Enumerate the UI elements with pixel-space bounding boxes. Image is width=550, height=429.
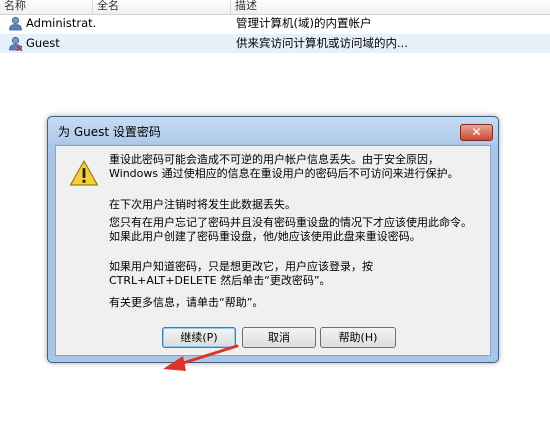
- dialog-titlebar[interactable]: 为 Guest 设置密码 ✕: [48, 117, 498, 144]
- list-item-administrator[interactable]: Administrat... 管理计算机(域)的内置帐户: [0, 14, 550, 33]
- close-button[interactable]: ✕: [460, 124, 493, 141]
- cancel-button[interactable]: 取消: [242, 327, 316, 348]
- list-header: 名称 全名 描述: [0, 0, 550, 15]
- warning-message: 重设此密码可能会造成不可逆的用户帐户信息丢失。由于安全原因，Windows 通过…: [109, 153, 459, 180]
- item-description: 管理计算机(域)的内置帐户: [236, 16, 372, 30]
- list-item-guest[interactable]: Guest 供来宾访问计算机或访问域的内...: [0, 34, 550, 53]
- column-header-name[interactable]: 名称: [0, 0, 93, 14]
- continue-button[interactable]: 继续(P): [162, 327, 236, 348]
- item-name: Guest: [26, 36, 60, 50]
- help-hint-message: 有关更多信息，请单击“帮助”。: [109, 296, 264, 309]
- column-header-fullname[interactable]: 全名: [93, 0, 231, 14]
- warning-icon: [69, 160, 99, 186]
- help-button[interactable]: 帮助(H): [320, 327, 396, 348]
- close-icon: ✕: [471, 125, 482, 139]
- user-icon: [9, 36, 23, 51]
- item-description: 供来宾访问计算机或访问域的内...: [236, 36, 408, 50]
- item-name: Administrat...: [26, 16, 96, 30]
- change-password-message: 如果用户知道密码，只是想更改它，用户应该登录，按 CTRL+ALT+DELETE…: [109, 260, 373, 287]
- dialog-title: 为 Guest 设置密码: [58, 125, 161, 139]
- user-icon: [9, 16, 22, 31]
- reset-disk-message: 您只有在用户忘记了密码并且没有密码重设盘的情况下才应该使用此命令。如果此用户创建…: [109, 216, 472, 243]
- data-loss-message: 在下次用户注销时将发生此数据丢失。: [109, 198, 296, 211]
- set-password-dialog: 为 Guest 设置密码 ✕ 重设此密码可能会造成不可逆的用户帐户信息丢失。由于…: [47, 116, 499, 363]
- column-header-description[interactable]: 描述: [231, 0, 550, 14]
- dialog-body: 重设此密码可能会造成不可逆的用户帐户信息丢失。由于安全原因，Windows 通过…: [55, 145, 491, 356]
